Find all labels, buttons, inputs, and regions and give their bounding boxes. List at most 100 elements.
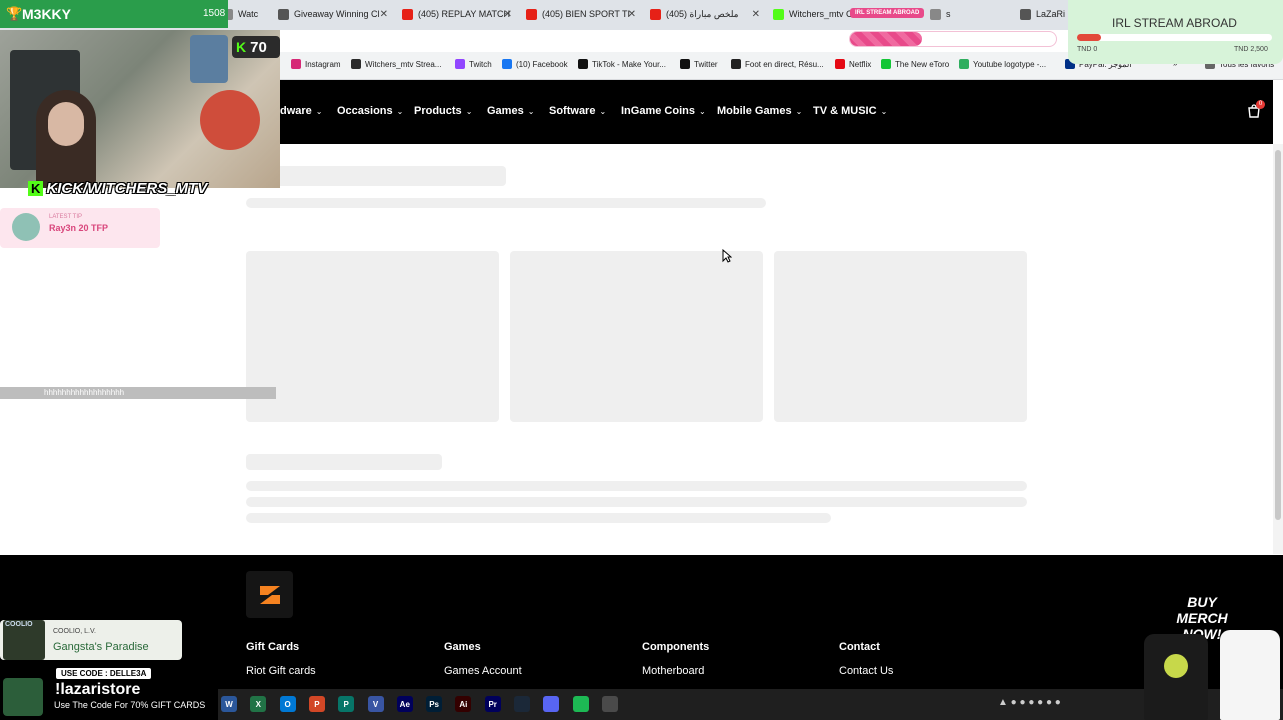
browser-tab[interactable]: (405) BIEN SPORT TI ✕ bbox=[526, 3, 636, 25]
illustrator-icon[interactable]: Ai bbox=[455, 696, 472, 712]
browser-tab[interactable]: Giveaway Winning Cl ✕ bbox=[278, 3, 388, 25]
app-glyph: P bbox=[314, 699, 320, 709]
site-logo[interactable] bbox=[246, 571, 293, 618]
photoshop-icon[interactable]: Ps bbox=[426, 696, 443, 712]
tip-avatar bbox=[12, 213, 40, 241]
skeleton-subtitle bbox=[246, 198, 766, 208]
bookmark-item[interactable]: Youtube logotype -... bbox=[959, 59, 1046, 69]
bookmark-item[interactable]: (10) Facebook bbox=[502, 59, 568, 69]
nav-item-label: TV & MUSIC bbox=[813, 105, 877, 117]
youtube-icon bbox=[526, 8, 537, 20]
person-face bbox=[48, 102, 84, 146]
skeleton-heading bbox=[246, 454, 442, 470]
browser-tab[interactable]: s bbox=[930, 3, 980, 25]
youtube-icon bbox=[402, 8, 413, 20]
skeleton-title bbox=[246, 166, 506, 186]
footer-link[interactable]: Contact Us bbox=[839, 665, 893, 677]
tiktok-icon bbox=[578, 59, 588, 69]
bookmark-item[interactable]: The New eToro bbox=[881, 59, 949, 69]
bookmark-item[interactable]: Witchers_mtv Strea... bbox=[351, 59, 441, 69]
chevron-down-icon: ⌄ bbox=[880, 107, 888, 116]
bookmark-item[interactable]: Netflix bbox=[835, 59, 871, 69]
tab-label: Watc bbox=[238, 9, 259, 19]
chevron-down-icon: ⌄ bbox=[315, 107, 323, 116]
browser-tab[interactable]: ملخص مباراة (405) ✕ bbox=[650, 3, 760, 25]
trophy-icon: 🏆 bbox=[6, 6, 23, 21]
nav-item[interactable]: Software ⌄ bbox=[549, 105, 606, 117]
kick-handle-banner: K KICK/WITCHERS_MTV bbox=[28, 180, 207, 197]
footer-link[interactable]: Games Account bbox=[444, 665, 522, 677]
bookmark-item[interactable]: TikTok - Make Your... bbox=[578, 59, 666, 69]
poster-shape bbox=[190, 35, 228, 83]
nav-item[interactable]: dware ⌄ bbox=[280, 105, 323, 117]
spotify-icon[interactable] bbox=[572, 696, 589, 712]
bookmark-label: Twitter bbox=[694, 59, 718, 69]
steam-icon[interactable] bbox=[514, 696, 530, 712]
scrollbar-thumb[interactable] bbox=[1275, 150, 1281, 520]
song-title: Gangsta's Paradise bbox=[53, 641, 149, 653]
app-glyph: P bbox=[343, 699, 349, 709]
irl-title: IRL STREAM ABROAD bbox=[1112, 16, 1237, 30]
app-glyph: Ps bbox=[429, 699, 439, 709]
nav-item-label: Occasions bbox=[337, 105, 393, 117]
tab-label: s bbox=[946, 9, 951, 19]
app-glyph: Ai bbox=[459, 699, 468, 709]
premiere-icon[interactable]: Pr bbox=[484, 696, 501, 712]
bookmark-label: Instagram bbox=[305, 59, 341, 69]
kick-count: 70 bbox=[250, 38, 267, 56]
outlook-icon[interactable]: O bbox=[279, 696, 296, 712]
kick-logo-icon: K bbox=[28, 181, 44, 196]
nav-item[interactable]: InGame Coins ⌄ bbox=[621, 105, 706, 117]
close-icon[interactable]: ✕ bbox=[504, 9, 512, 20]
bookmark-label: Twitch bbox=[469, 59, 492, 69]
close-icon[interactable]: ✕ bbox=[628, 9, 636, 20]
irl-badge: IRL STREAM ABROAD bbox=[850, 8, 925, 18]
kick-icon bbox=[351, 59, 361, 69]
skeleton-card bbox=[774, 251, 1027, 422]
bookmark-item[interactable]: Instagram bbox=[291, 59, 341, 69]
chrome-icon[interactable] bbox=[601, 696, 618, 712]
visio-icon[interactable]: V bbox=[367, 696, 384, 712]
footer-link[interactable]: Motherboard bbox=[642, 665, 704, 677]
excel-icon[interactable]: X bbox=[250, 696, 267, 712]
discord-icon[interactable] bbox=[543, 696, 560, 712]
powerpoint-icon[interactable]: P bbox=[308, 696, 325, 712]
decor-shape bbox=[200, 90, 260, 150]
irl-max: TND 2,500 bbox=[1234, 46, 1268, 53]
footer-link[interactable]: Riot Gift cards bbox=[246, 665, 316, 677]
tab-label: (405) BIEN SPORT TI bbox=[542, 9, 631, 19]
nav-item[interactable]: Products ⌄ bbox=[414, 105, 472, 117]
latest-tip-value: Ray3n 20 TFP bbox=[49, 223, 109, 233]
nav-item[interactable]: Games ⌄ bbox=[487, 105, 534, 117]
nav-item[interactable]: Mobile Games ⌄ bbox=[717, 105, 802, 117]
bookmark-item[interactable]: Twitch bbox=[455, 59, 492, 69]
nav-item[interactable]: Occasions ⌄ bbox=[337, 105, 403, 117]
bookmark-item[interactable]: Foot en direct, Résu... bbox=[731, 59, 824, 69]
nav-item-label: Products bbox=[414, 105, 462, 117]
kick-icon: K bbox=[236, 39, 247, 55]
channel-name: M3KKY bbox=[22, 6, 72, 22]
nav-item-label: Software bbox=[549, 105, 596, 117]
close-icon[interactable]: ✕ bbox=[380, 9, 388, 20]
footer-heading: Components bbox=[642, 641, 710, 653]
youtube-icon bbox=[650, 8, 661, 20]
chevron-down-icon: ⌄ bbox=[396, 107, 404, 116]
browser-tab[interactable]: LaZaRi | L bbox=[1020, 3, 1065, 25]
bookmark-label: The New eToro bbox=[895, 59, 950, 69]
bookmark-label: (10) Facebook bbox=[516, 59, 568, 69]
publisher-icon[interactable]: P bbox=[338, 696, 355, 712]
tab-label: Giveaway Winning Cl bbox=[294, 9, 380, 19]
close-icon[interactable]: ✕ bbox=[752, 9, 760, 20]
irl-min: TND 0 bbox=[1077, 46, 1098, 53]
nav-item[interactable]: TV & MUSIC ⌄ bbox=[813, 105, 887, 117]
after-effects-icon[interactable]: Ae bbox=[396, 696, 413, 712]
bookmark-label: Netflix bbox=[849, 59, 872, 69]
tab-label: ملخص مباراة (405) bbox=[666, 8, 739, 19]
word-icon[interactable]: W bbox=[221, 696, 237, 712]
tshirt-print bbox=[1164, 654, 1188, 678]
bookmark-item[interactable]: Twitter bbox=[680, 59, 718, 69]
skeleton-line bbox=[246, 513, 831, 523]
kick-badge: K 70 bbox=[232, 36, 280, 58]
foot-icon bbox=[731, 59, 741, 69]
browser-tab[interactable]: (405) REPLAY MATCH ✕ bbox=[402, 3, 512, 25]
